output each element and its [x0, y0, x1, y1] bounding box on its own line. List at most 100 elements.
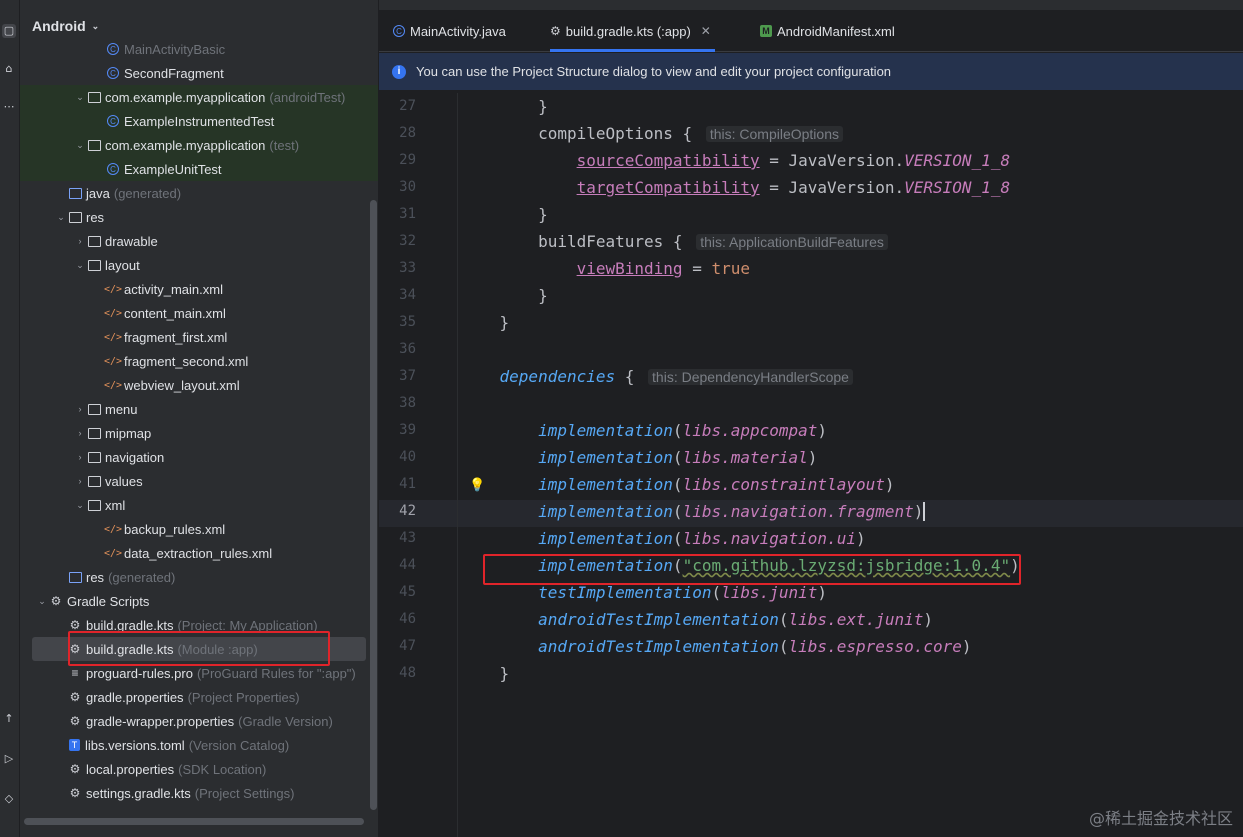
line-number[interactable]: 32 [379, 228, 416, 255]
line-number[interactable]: 47 [379, 633, 416, 660]
chevron-right-icon[interactable]: › [74, 236, 86, 246]
tree-item[interactable]: ⌄ xml [20, 493, 378, 517]
code-line[interactable]: } [461, 660, 510, 687]
tree-item[interactable]: ⚙ build.gradle.kts (Module :app) [32, 637, 366, 661]
tree-item[interactable]: ⌄ com.example.myapplication (test) [20, 133, 378, 157]
code-line[interactable]: implementation(libs.appcompat) [461, 417, 827, 444]
tree-item[interactable]: C MainActivityBasic [20, 37, 378, 61]
chevron-down-icon[interactable]: ⌄ [74, 140, 86, 151]
tree-item[interactable]: ⚙ build.gradle.kts (Project: My Applicatio… [20, 613, 378, 637]
code-line[interactable]: targetCompatibility = JavaVersion.VERSIO… [461, 174, 1011, 201]
line-number[interactable]: 30 [379, 174, 416, 201]
code-token: ) [807, 448, 818, 467]
chevron-down-icon[interactable]: ⌄ [74, 92, 86, 103]
project-scrollbar[interactable] [370, 200, 377, 810]
tree-item[interactable]: res (generated) [20, 565, 378, 589]
line-number[interactable]: 42 [379, 498, 416, 525]
code-line[interactable]: compileOptions { this: CompileOptions [461, 120, 843, 147]
tree-item[interactable]: ⚙ gradle-wrapper.properties (Gradle Versio… [20, 709, 378, 733]
code-line[interactable]: implementation(libs.constraintlayout) [461, 471, 894, 498]
code-line[interactable]: implementation(libs.material) [461, 444, 817, 471]
tree-item[interactable]: </> activity_main.xml [20, 277, 378, 301]
tab-mainactivity-java[interactable]: C MainActivity.java [393, 10, 506, 52]
code-line[interactable]: } [461, 93, 548, 120]
tree-item[interactable]: ⌄ com.example.myapplication (androidTest) [20, 85, 378, 109]
chevron-right-icon[interactable]: › [74, 476, 86, 486]
code-line[interactable]: buildFeatures { this: ApplicationBuildFe… [461, 228, 888, 255]
line-number[interactable]: 48 [379, 660, 416, 687]
tree-item[interactable]: ≡ proguard-rules.pro (ProGuard Rules for "… [20, 661, 378, 685]
tree-item[interactable]: </> fragment_first.xml [20, 325, 378, 349]
tree-item[interactable]: › values [20, 469, 378, 493]
chevron-down-icon[interactable]: ⌄ [36, 596, 48, 607]
tree-item[interactable]: </> backup_rules.xml [20, 517, 378, 541]
project-horizontal-scrollbar[interactable] [24, 818, 364, 825]
line-number[interactable]: 27 [379, 93, 416, 120]
tree-item[interactable]: ⚙ local.properties (SDK Location) [20, 757, 378, 781]
git-icon[interactable]: ◇ [2, 792, 16, 806]
tree-item[interactable]: C ExampleUnitTest [20, 157, 378, 181]
line-number[interactable]: 39 [379, 417, 416, 444]
line-number[interactable]: 44 [379, 552, 416, 579]
tree-item[interactable]: C SecondFragment [20, 61, 378, 85]
chevron-right-icon[interactable]: › [74, 452, 86, 462]
line-number[interactable]: 38 [379, 390, 416, 417]
tree-item[interactable]: C ExampleInstrumentedTest [20, 109, 378, 133]
tree-item[interactable]: ⚙ settings.gradle.kts (Project Settings) [20, 781, 378, 805]
code-line[interactable]: } [461, 201, 548, 228]
code-line[interactable]: testImplementation(libs.junit) [461, 579, 827, 606]
tree-item[interactable]: </> webview_layout.xml [20, 373, 378, 397]
tree-item[interactable]: › drawable [20, 229, 378, 253]
line-number[interactable]: 31 [379, 201, 416, 228]
line-number[interactable]: 46 [379, 606, 416, 633]
line-number[interactable]: 41 [379, 471, 416, 498]
tree-item[interactable]: ⚙ gradle.properties (Project Properties) [20, 685, 378, 709]
line-number[interactable]: 28 [379, 120, 416, 147]
tree-item[interactable]: ⌄ res [20, 205, 378, 229]
tree-item[interactable]: ⌄ layout [20, 253, 378, 277]
banner-text[interactable]: You can use the Project Structure dialog… [416, 64, 891, 79]
code-line[interactable]: implementation("com.github.lzyzsd:jsbrid… [461, 552, 1020, 579]
tree-item[interactable]: ⌄ ⚙ Gradle Scripts [20, 589, 378, 613]
line-number[interactable]: 34 [379, 282, 416, 309]
build-icon[interactable]: ↑ [2, 712, 16, 726]
tree-item[interactable]: › navigation [20, 445, 378, 469]
line-number[interactable]: 45 [379, 579, 416, 606]
code-line[interactable]: implementation(libs.navigation.fragment) [461, 498, 926, 525]
tab-build-gradle-app[interactable]: ⚙ build.gradle.kts (:app) ✕ [550, 10, 715, 52]
structure-icon[interactable]: ⌂ [2, 62, 16, 76]
tree-item[interactable]: Tlibs.versions.toml (Version Catalog) [20, 733, 378, 757]
chevron-right-icon[interactable]: › [74, 404, 86, 414]
line-number[interactable]: 36 [379, 336, 416, 363]
tree-item[interactable]: </> data_extraction_rules.xml [20, 541, 378, 565]
line-number[interactable]: 33 [379, 255, 416, 282]
project-icon[interactable]: ▢ [2, 24, 16, 38]
code-line[interactable]: androidTestImplementation(libs.ext.junit… [461, 606, 933, 633]
line-number[interactable]: 29 [379, 147, 416, 174]
chevron-right-icon[interactable]: › [74, 428, 86, 438]
tab-android-manifest[interactable]: M AndroidManifest.xml [760, 10, 895, 52]
tree-item[interactable]: java (generated) [20, 181, 378, 205]
code-line[interactable]: viewBinding = true [461, 255, 750, 282]
line-number[interactable]: 37 [379, 363, 416, 390]
code-line[interactable]: sourceCompatibility = JavaVersion.VERSIO… [461, 147, 1011, 174]
code-line[interactable]: dependencies { this: DependencyHandlerSc… [461, 363, 853, 390]
close-icon[interactable]: ✕ [701, 24, 711, 38]
tree-item[interactable]: › mipmap [20, 421, 378, 445]
tree-item[interactable]: </> content_main.xml [20, 301, 378, 325]
run-icon[interactable]: ▷ [2, 752, 16, 766]
tree-item[interactable]: › menu [20, 397, 378, 421]
code-line[interactable]: } [461, 309, 510, 336]
line-number[interactable]: 35 [379, 309, 416, 336]
more-icon[interactable]: ⋯ [2, 100, 16, 114]
code-line[interactable]: implementation(libs.navigation.ui) [461, 525, 866, 552]
chevron-down-icon[interactable]: ⌄ [74, 260, 86, 271]
chevron-down-icon[interactable]: ⌄ [55, 212, 67, 223]
tree-item[interactable]: </> fragment_second.xml [20, 349, 378, 373]
code-line[interactable]: } [461, 282, 548, 309]
code-line[interactable]: androidTestImplementation(libs.espresso.… [461, 633, 972, 660]
line-number[interactable]: 43 [379, 525, 416, 552]
line-number[interactable]: 40 [379, 444, 416, 471]
chevron-down-icon[interactable]: ⌄ [74, 500, 86, 511]
